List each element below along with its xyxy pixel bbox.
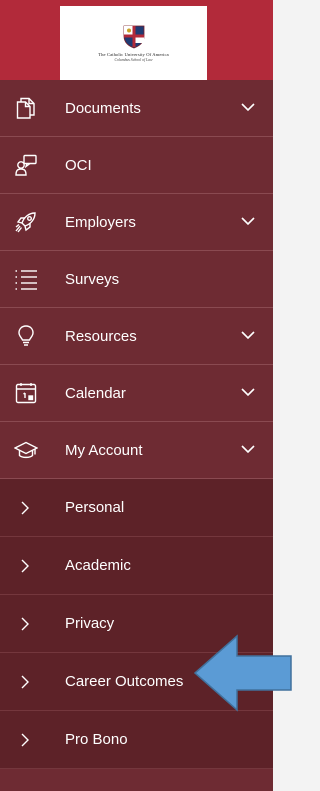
chevron-right-icon [21, 559, 29, 573]
sidebar-item-label: Surveys [65, 270, 120, 288]
submenu-item-label: Personal [65, 499, 125, 516]
rocket-icon [15, 212, 36, 233]
submenu-item-label: Academic [65, 557, 131, 574]
sidebar-item-label: Documents [65, 99, 141, 117]
chevron-right-icon [21, 617, 29, 631]
sidebar-item-resources[interactable]: Resources [0, 308, 273, 365]
sidebar-item-oci[interactable]: OCI [0, 137, 273, 194]
lightbulb-icon [18, 325, 34, 346]
sidebar-item-employers[interactable]: Employers [0, 194, 273, 251]
submenu-item-pro-bono[interactable]: Pro Bono [0, 711, 273, 769]
submenu-item-personal[interactable]: Personal [0, 479, 273, 537]
submenu-item-label: Pro Bono [65, 731, 128, 748]
submenu-item-label: Privacy [65, 615, 115, 632]
annotation-arrow-icon [193, 634, 292, 712]
chevron-right-icon [21, 733, 29, 747]
chevron-right-icon [21, 675, 29, 689]
submenu-item-label: Career Outcomes [65, 673, 184, 690]
chevron-down-icon[interactable] [241, 444, 255, 454]
submenu-item-academic[interactable]: Academic [0, 537, 273, 595]
sidebar-item-documents[interactable]: Documents [0, 80, 273, 137]
sidebar-item-label: Resources [65, 327, 137, 345]
chevron-down-icon[interactable] [241, 387, 255, 397]
sidebar-item-label: My Account [65, 441, 143, 459]
sidebar-item-surveys[interactable]: Surveys [0, 251, 273, 308]
university-logo[interactable]: The Catholic University Of America Colum… [60, 6, 207, 80]
chevron-down-icon[interactable] [241, 216, 255, 226]
graduation-cap-icon [14, 441, 38, 459]
oci-icon [15, 154, 37, 176]
chevron-right-icon [21, 501, 29, 515]
logo-subtitle: Columbus School of Law [114, 57, 153, 62]
sidebar-item-label: OCI [65, 156, 92, 174]
sidebar-item-my-account[interactable]: My Account [0, 422, 273, 479]
university-crest-icon [123, 25, 144, 48]
chevron-down-icon[interactable] [241, 330, 255, 340]
logo-title: The Catholic University Of America [98, 51, 169, 57]
chevron-down-icon[interactable] [241, 102, 255, 112]
calendar-icon [15, 383, 37, 404]
sidebar-item-calendar[interactable]: Calendar [0, 365, 273, 422]
documents-icon [16, 97, 35, 119]
sidebar-item-label: Calendar [65, 384, 126, 402]
sidebar-item-label: Employers [65, 213, 136, 231]
checklist-icon [15, 270, 37, 290]
